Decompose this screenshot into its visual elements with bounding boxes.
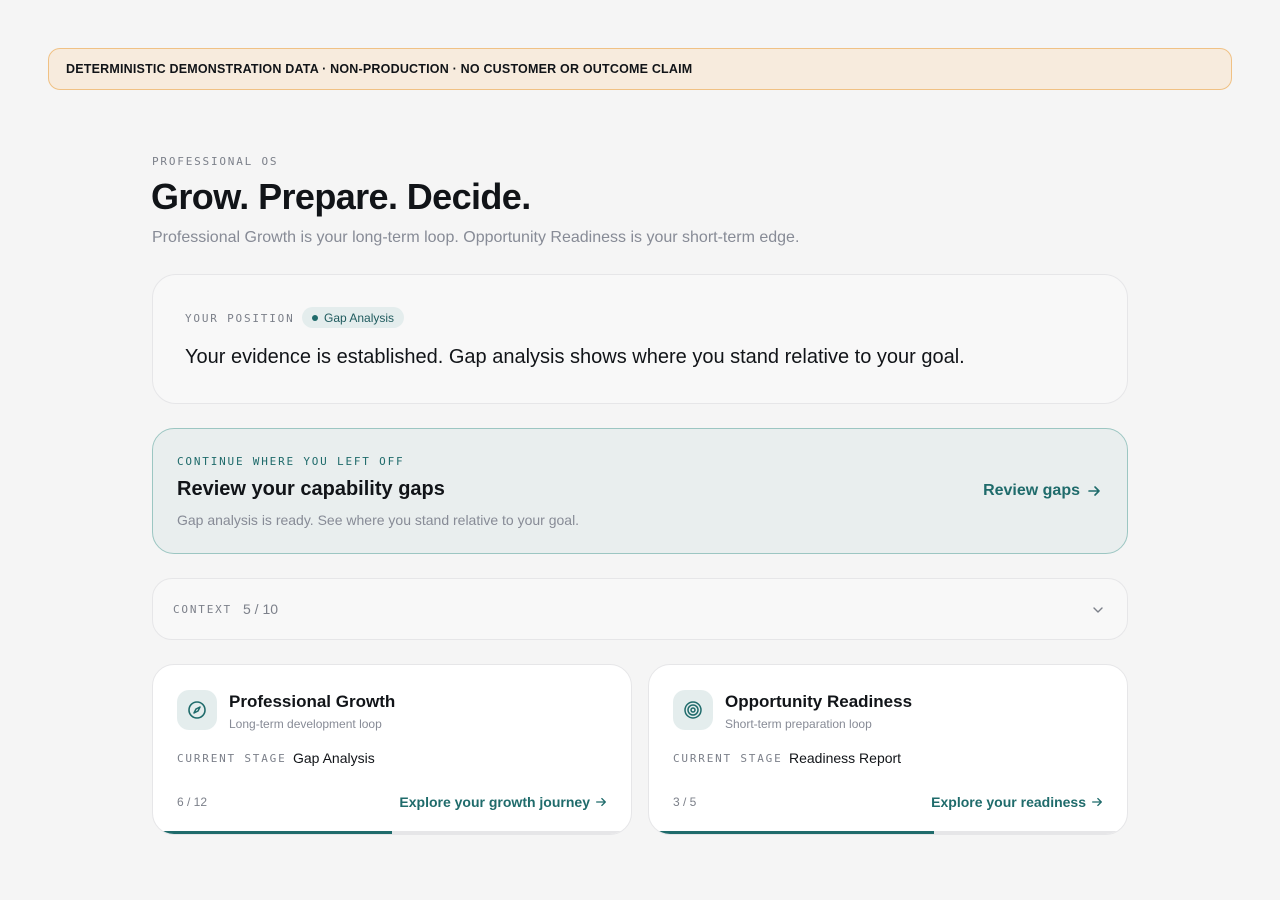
explore-readiness-label: Explore your readiness (931, 794, 1086, 810)
progress-count: 6 / 12 (177, 795, 208, 809)
target-icon (673, 690, 713, 730)
stage-chip-label: Gap Analysis (324, 310, 395, 325)
arrow-right-icon (1092, 797, 1102, 807)
stage-value: Gap Analysis (293, 750, 375, 766)
position-label: YOUR POSITION (185, 312, 295, 325)
arrow-right-icon (1088, 486, 1100, 496)
stage-label: CURRENT STAGE (673, 752, 783, 765)
position-card: YOUR POSITION Gap Analysis Your evidence… (152, 274, 1128, 404)
explore-growth-label: Explore your growth journey (399, 794, 590, 810)
loop-subtitle: Long-term development loop (229, 717, 382, 731)
progress-track (659, 831, 1117, 834)
continue-title: Review your capability gaps (177, 478, 445, 500)
banner-text: DETERMINISTIC DEMONSTRATION DATA · NON-P… (66, 62, 693, 76)
continue-description: Gap analysis is ready. See where you sta… (177, 512, 580, 528)
context-label: CONTEXT (173, 603, 232, 616)
page-subtitle: Professional Growth is your long-term lo… (152, 229, 800, 246)
progress-fill (659, 831, 934, 834)
page-eyebrow: PROFESSIONAL OS (152, 155, 279, 168)
arrow-right-icon (596, 797, 606, 807)
context-count: 5 / 10 (243, 601, 279, 617)
position-text: Your evidence is established. Gap analys… (185, 346, 965, 368)
continue-label: CONTINUE WHERE YOU LEFT OFF (177, 455, 405, 468)
loop-title: Opportunity Readiness (725, 692, 913, 711)
chevron-down-icon[interactable] (1091, 603, 1105, 617)
explore-growth-link[interactable]: Explore your growth journey (399, 794, 607, 810)
page-title: Grow. Prepare. Decide. (151, 176, 531, 217)
progress-count: 3 / 5 (673, 795, 697, 809)
status-dot-icon (312, 314, 318, 321)
context-accordion[interactable]: CONTEXT 5 / 10 (152, 578, 1128, 640)
progress-track (163, 831, 621, 834)
loop-title: Professional Growth (229, 692, 396, 711)
professional-growth-card[interactable]: Professional Growth Long-term developmen… (152, 664, 632, 835)
progress-fill (163, 831, 392, 834)
demo-data-banner: DETERMINISTIC DEMONSTRATION DATA · NON-P… (48, 48, 1232, 90)
explore-readiness-link[interactable]: Explore your readiness (931, 794, 1103, 810)
stage-label: CURRENT STAGE (177, 752, 287, 765)
review-gaps-button[interactable]: Review gaps (983, 482, 1101, 500)
continue-card[interactable]: CONTINUE WHERE YOU LEFT OFF Review your … (152, 428, 1128, 554)
stage-chip: Gap Analysis (302, 307, 405, 328)
review-gaps-label: Review gaps (983, 482, 1080, 499)
opportunity-readiness-card[interactable]: Opportunity Readiness Short-term prepara… (648, 664, 1128, 835)
loop-subtitle: Short-term preparation loop (725, 717, 872, 731)
stage-value: Readiness Report (789, 750, 902, 766)
compass-icon (177, 690, 217, 730)
